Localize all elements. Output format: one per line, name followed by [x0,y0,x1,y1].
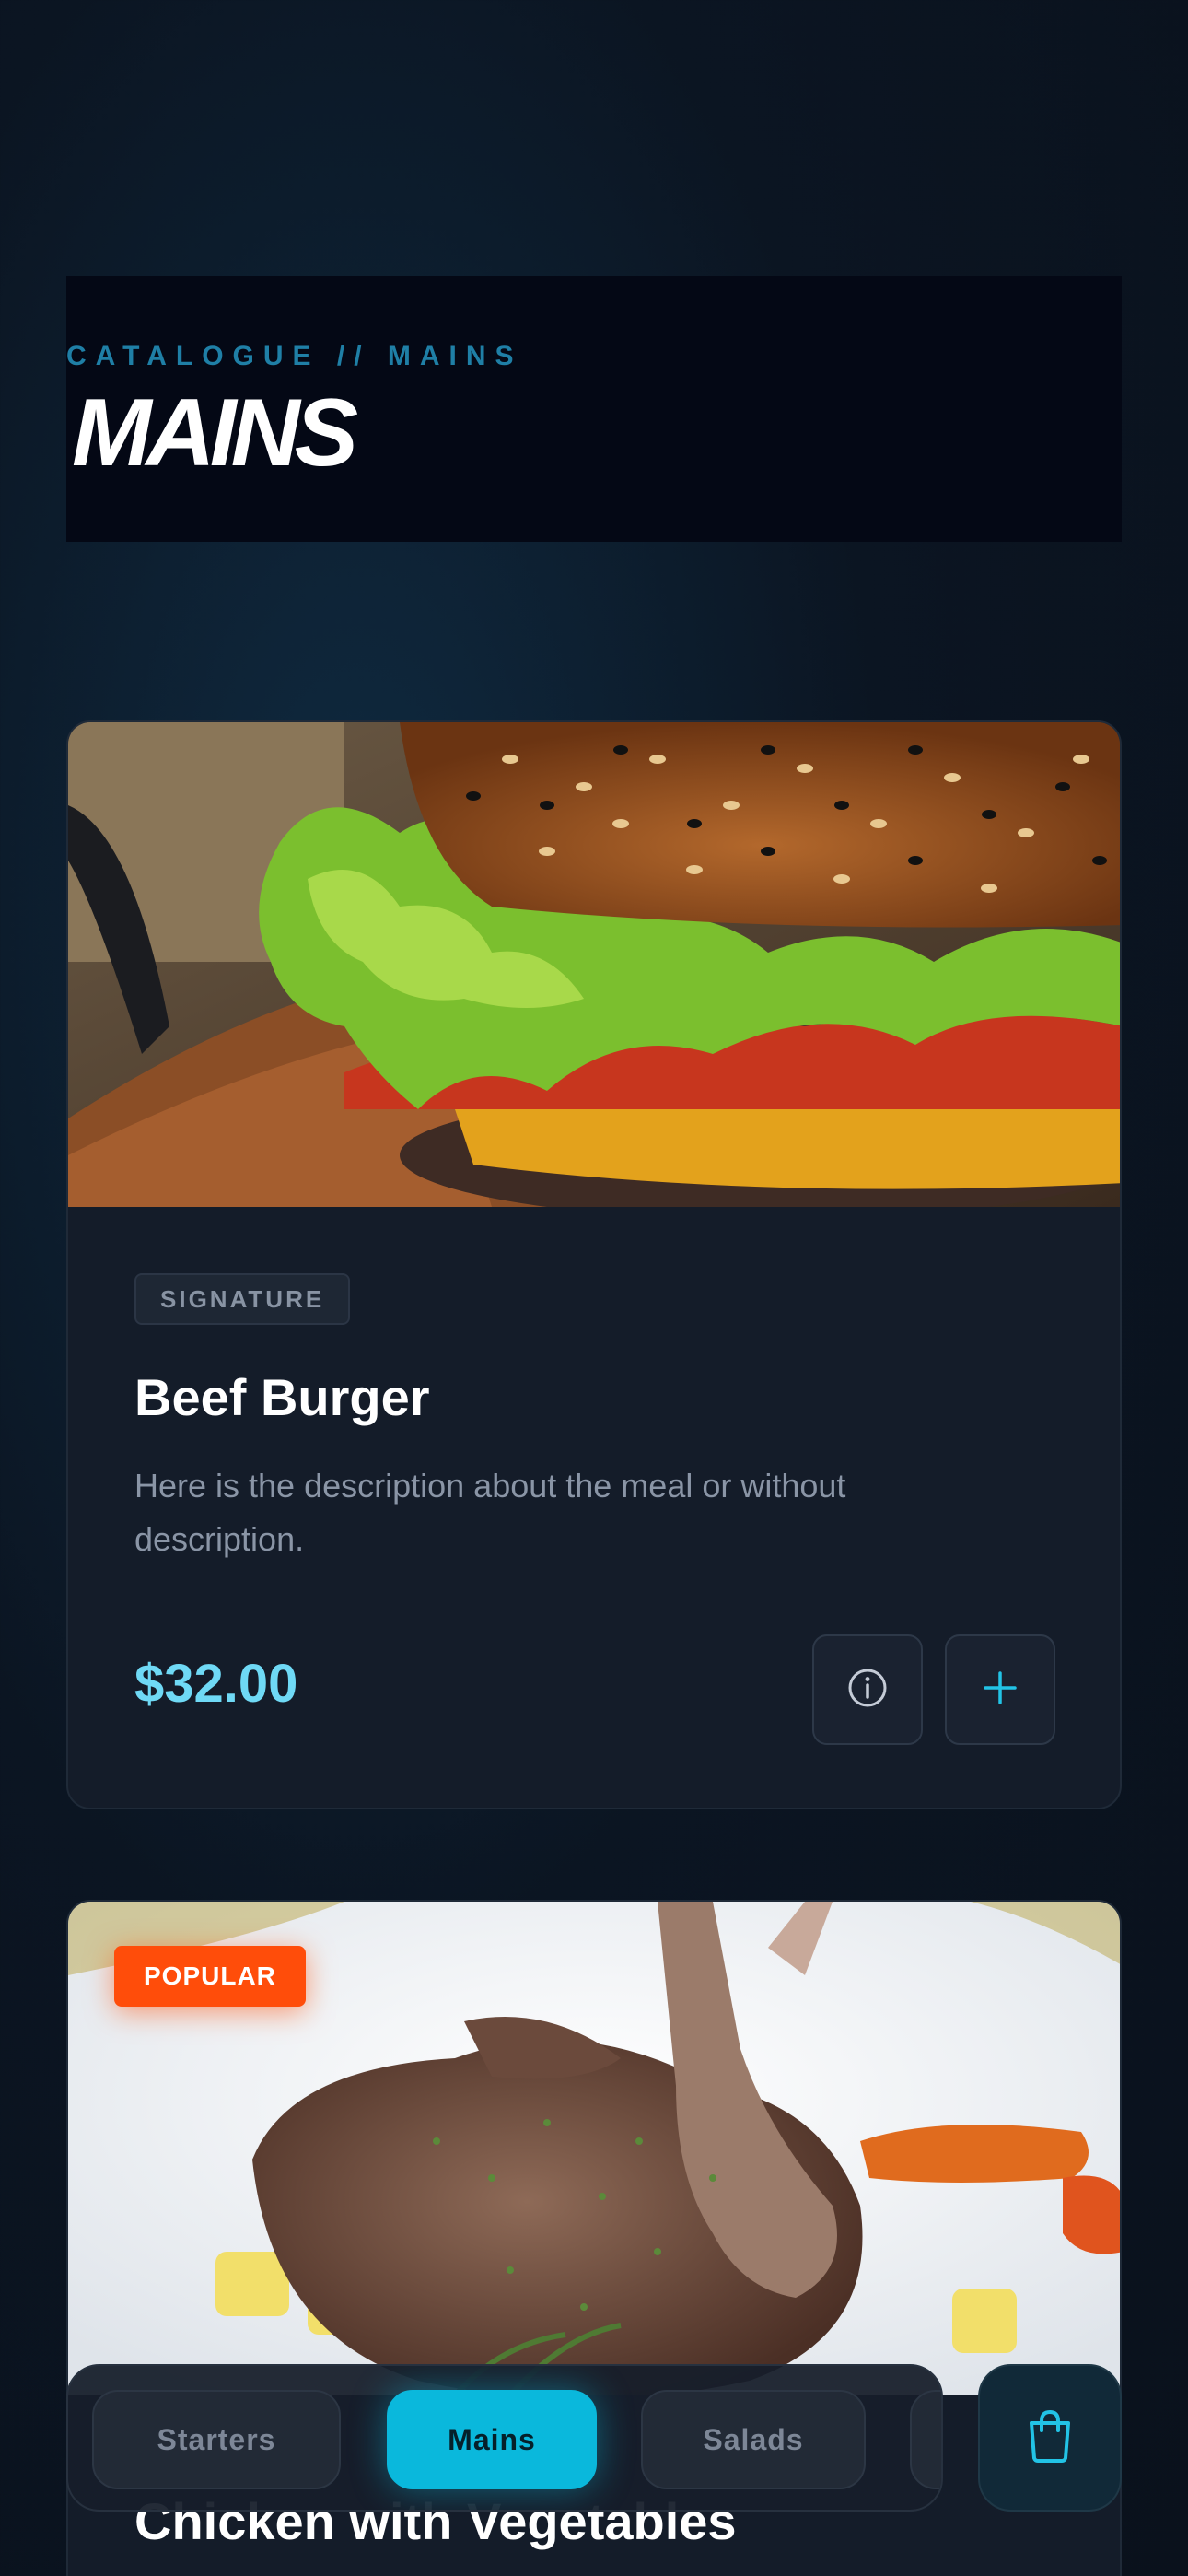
meal-description: Here is the description about the meal o… [134,1467,846,1558]
breadcrumb: CATALOGUE // MAINS [66,341,523,371]
meal-image [68,722,1120,1207]
plus-icon [982,1669,1019,1710]
signature-tag: SIGNATURE [134,1273,351,1325]
meal-price: $32.00 [134,1654,298,1714]
tab-mains[interactable]: Mains [387,2390,597,2489]
meal-name: Beef Burger [134,1368,430,1426]
cart-button[interactable] [978,2364,1122,2512]
tab-starters[interactable]: Starters [92,2390,341,2489]
tab-more[interactable] [910,2390,941,2489]
info-icon [846,1667,889,1713]
shopping-bag-icon [1024,2408,1076,2467]
category-tab-bar: Starters Mains Salads [66,2364,943,2512]
page-title: MAINS [72,380,358,486]
tab-salads[interactable]: Salads [641,2390,866,2489]
popular-badge: POPULAR [114,1946,306,2007]
add-to-cart-button[interactable] [945,1634,1055,1745]
menu-item-card[interactable]: SIGNATURE Beef Burger Here is the descri… [66,720,1122,1809]
info-button[interactable] [812,1634,923,1745]
